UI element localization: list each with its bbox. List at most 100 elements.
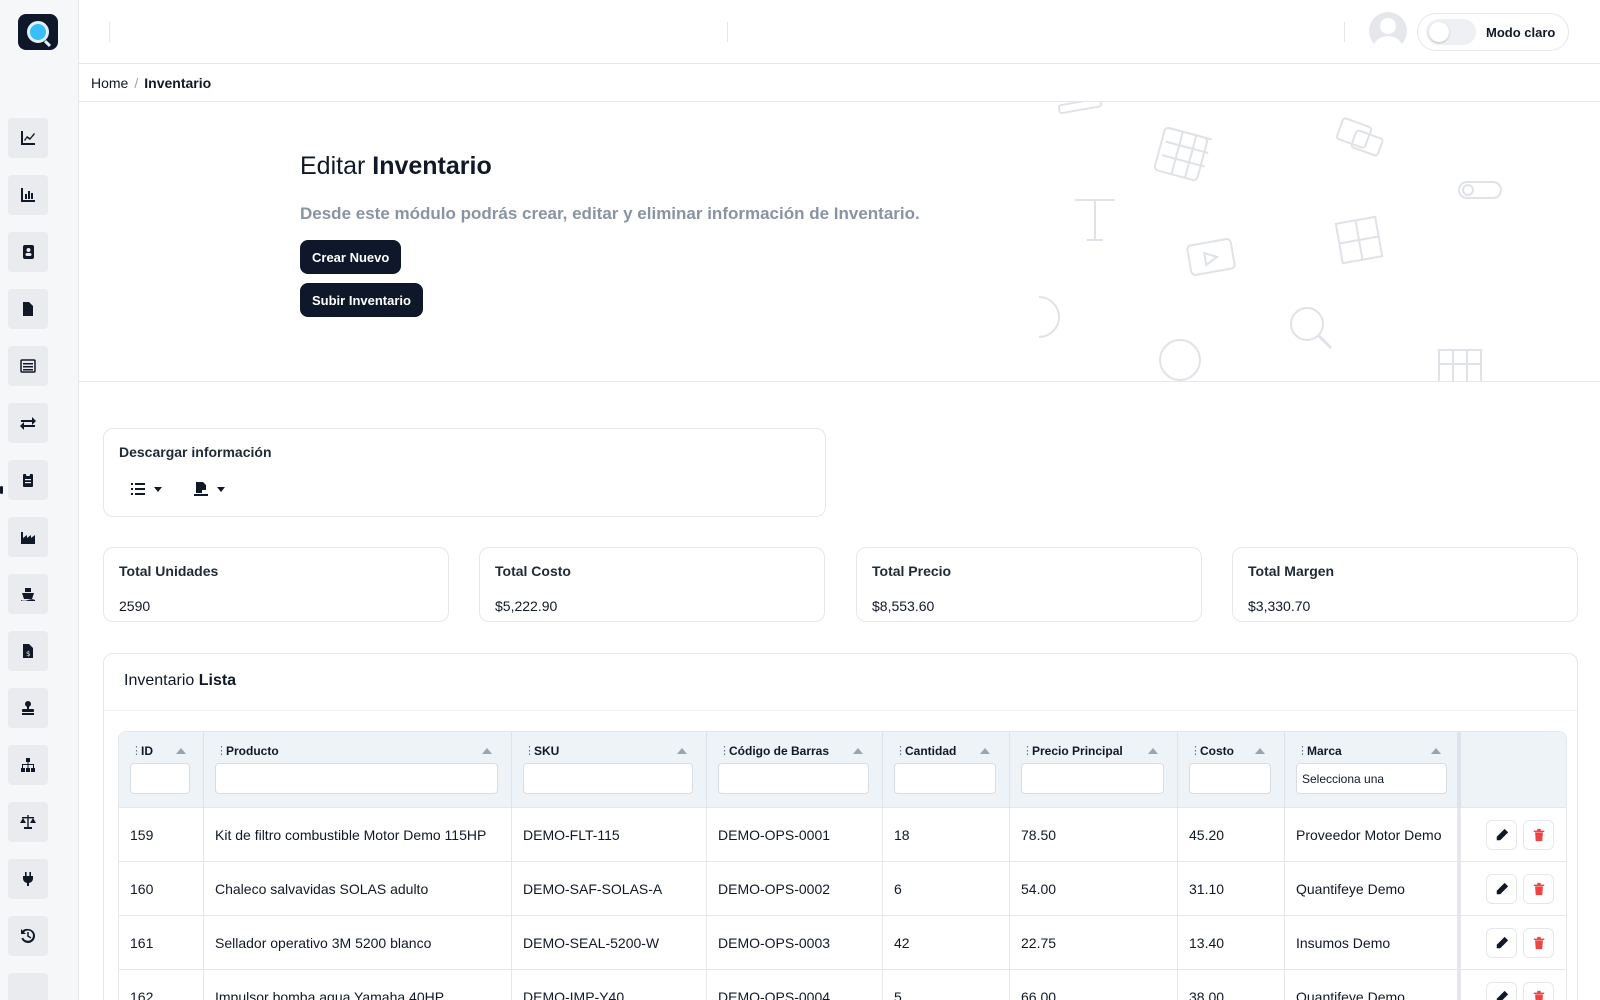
sort-icon[interactable] xyxy=(1255,748,1265,754)
trash-icon xyxy=(1533,936,1544,950)
app-logo[interactable] xyxy=(18,14,58,50)
export-file-dropdown[interactable] xyxy=(193,481,225,497)
cell-barcode: DEMO-OPS-0004 xyxy=(707,970,883,1000)
stat-value: $3,330.70 xyxy=(1248,598,1311,614)
filter-costo-input[interactable] xyxy=(1189,763,1271,794)
ship-icon[interactable] xyxy=(8,574,48,614)
cell-cantidad: 5 xyxy=(883,970,1010,1000)
cell-sku: DEMO-SAF-SOLAS-A xyxy=(512,862,707,916)
stat-value: $5,222.90 xyxy=(495,598,558,614)
pencil-icon xyxy=(1496,936,1508,949)
cell-id: 160 xyxy=(119,862,204,916)
export-list-dropdown[interactable] xyxy=(130,481,162,497)
search-logo-icon xyxy=(27,21,49,43)
sort-icon[interactable] xyxy=(1148,748,1158,754)
list-icon xyxy=(131,483,145,495)
invoice-icon[interactable]: $ xyxy=(8,631,48,671)
more-icon[interactable] xyxy=(8,973,48,1000)
column-header-sku[interactable]: ⋮ SKU xyxy=(512,732,707,808)
stat-label: Total Unidades xyxy=(119,563,219,579)
clipboard-icon[interactable] xyxy=(8,460,48,500)
cell-producto: Impulsor bomba agua Yamaha 40HP xyxy=(204,970,512,1000)
line-chart-icon[interactable] xyxy=(8,118,48,158)
upload-inventory-button[interactable]: Subir Inventario xyxy=(300,283,423,317)
edit-button[interactable] xyxy=(1486,874,1517,904)
stat-card-cost: Total Costo $5,222.90 xyxy=(479,547,825,622)
column-header-codigo-barras[interactable]: ⋮ Código de Barras xyxy=(707,732,883,808)
download-card: Descargar información xyxy=(103,428,826,517)
transfer-icon[interactable] xyxy=(8,403,48,443)
sort-icon[interactable] xyxy=(482,748,492,754)
user-avatar[interactable] xyxy=(1369,12,1407,50)
filter-marca-select[interactable] xyxy=(1296,763,1447,794)
topbar-divider xyxy=(727,22,728,42)
cell-marca: Quantifeye Demo xyxy=(1285,970,1461,1000)
history-icon[interactable] xyxy=(8,916,48,956)
svg-text:$: $ xyxy=(26,650,30,658)
trash-icon xyxy=(1533,882,1544,896)
cell-id: 159 xyxy=(119,808,204,862)
cell-sku: DEMO-SEAL-5200-W xyxy=(512,916,707,970)
table-row: 162 Impulsor bomba agua Yamaha 40HP DEMO… xyxy=(119,970,1566,1000)
filter-sku-input[interactable] xyxy=(523,763,693,794)
cell-precio: 54.00 xyxy=(1010,862,1178,916)
cell-precio: 66.00 xyxy=(1010,970,1178,1000)
delete-button[interactable] xyxy=(1523,982,1554,1000)
sort-icon[interactable] xyxy=(176,748,186,754)
contact-book-icon[interactable] xyxy=(8,232,48,272)
delete-button[interactable] xyxy=(1523,874,1554,904)
cell-barcode: DEMO-OPS-0001 xyxy=(707,808,883,862)
stat-card-margin: Total Margen $3,330.70 xyxy=(1232,547,1578,622)
sort-icon[interactable] xyxy=(677,748,687,754)
edit-button[interactable] xyxy=(1486,820,1517,850)
stamp-icon[interactable] xyxy=(8,688,48,728)
plug-icon[interactable] xyxy=(8,859,48,899)
breadcrumb: Home / Inventario xyxy=(79,64,1600,102)
cell-marca: Quantifeye Demo xyxy=(1285,862,1461,916)
column-header-costo[interactable]: ⋮ Costo xyxy=(1178,732,1285,808)
cell-barcode: DEMO-OPS-0003 xyxy=(707,916,883,970)
filter-precio-input[interactable] xyxy=(1021,763,1164,794)
cell-id: 162 xyxy=(119,970,204,1000)
cell-producto: Kit de filtro combustible Motor Demo 115… xyxy=(204,808,512,862)
column-header-cantidad[interactable]: ⋮ Cantidad xyxy=(883,732,1010,808)
edit-button[interactable] xyxy=(1486,982,1517,1000)
filter-barcode-input[interactable] xyxy=(718,763,869,794)
page-title: Editar Inventario xyxy=(300,152,492,180)
table-row: 161 Sellador operativo 3M 5200 blanco DE… xyxy=(119,916,1566,970)
sort-icon[interactable] xyxy=(853,748,863,754)
stat-value: 2590 xyxy=(119,598,151,614)
table-title: Inventario Lista xyxy=(124,672,237,689)
download-title: Descargar información xyxy=(119,444,272,460)
delete-button[interactable] xyxy=(1523,928,1554,958)
theme-switch[interactable] xyxy=(1426,19,1476,45)
cell-sku: DEMO-FLT-115 xyxy=(512,808,707,862)
topbar-divider xyxy=(1344,22,1345,42)
edit-button[interactable] xyxy=(1486,928,1517,958)
breadcrumb-home[interactable]: Home xyxy=(91,75,128,91)
column-header-producto[interactable]: ⋮ Producto xyxy=(204,732,512,808)
pencil-icon xyxy=(1496,828,1508,841)
file-icon[interactable] xyxy=(8,289,48,329)
sort-icon[interactable] xyxy=(980,748,990,754)
delete-button[interactable] xyxy=(1523,820,1554,850)
export-icon xyxy=(194,482,208,496)
filter-id-input[interactable] xyxy=(130,763,190,794)
filter-cantidad-input[interactable] xyxy=(894,763,996,794)
create-new-button[interactable]: Crear Nuevo xyxy=(300,240,402,274)
hero-section: Editar Inventario Desde este módulo podr… xyxy=(79,102,1600,382)
column-header-precio-principal[interactable]: ⋮ Precio Principal xyxy=(1010,732,1178,808)
list-icon[interactable] xyxy=(8,346,48,386)
column-header-marca[interactable]: ⋮ Marca xyxy=(1285,732,1461,808)
theme-toggle[interactable]: Modo claro xyxy=(1417,13,1569,51)
column-header-id[interactable]: ⋮ ID xyxy=(119,732,204,808)
sitemap-icon[interactable] xyxy=(8,745,48,785)
sort-icon[interactable] xyxy=(1431,748,1441,754)
cell-id: 161 xyxy=(119,916,204,970)
cell-sku: DEMO-IMP-Y40 xyxy=(512,970,707,1000)
bar-chart-icon[interactable] xyxy=(8,175,48,215)
stat-value: $8,553.60 xyxy=(872,598,935,614)
factory-icon[interactable] xyxy=(8,517,48,557)
scale-icon[interactable] xyxy=(8,802,48,842)
filter-producto-input[interactable] xyxy=(215,763,498,794)
